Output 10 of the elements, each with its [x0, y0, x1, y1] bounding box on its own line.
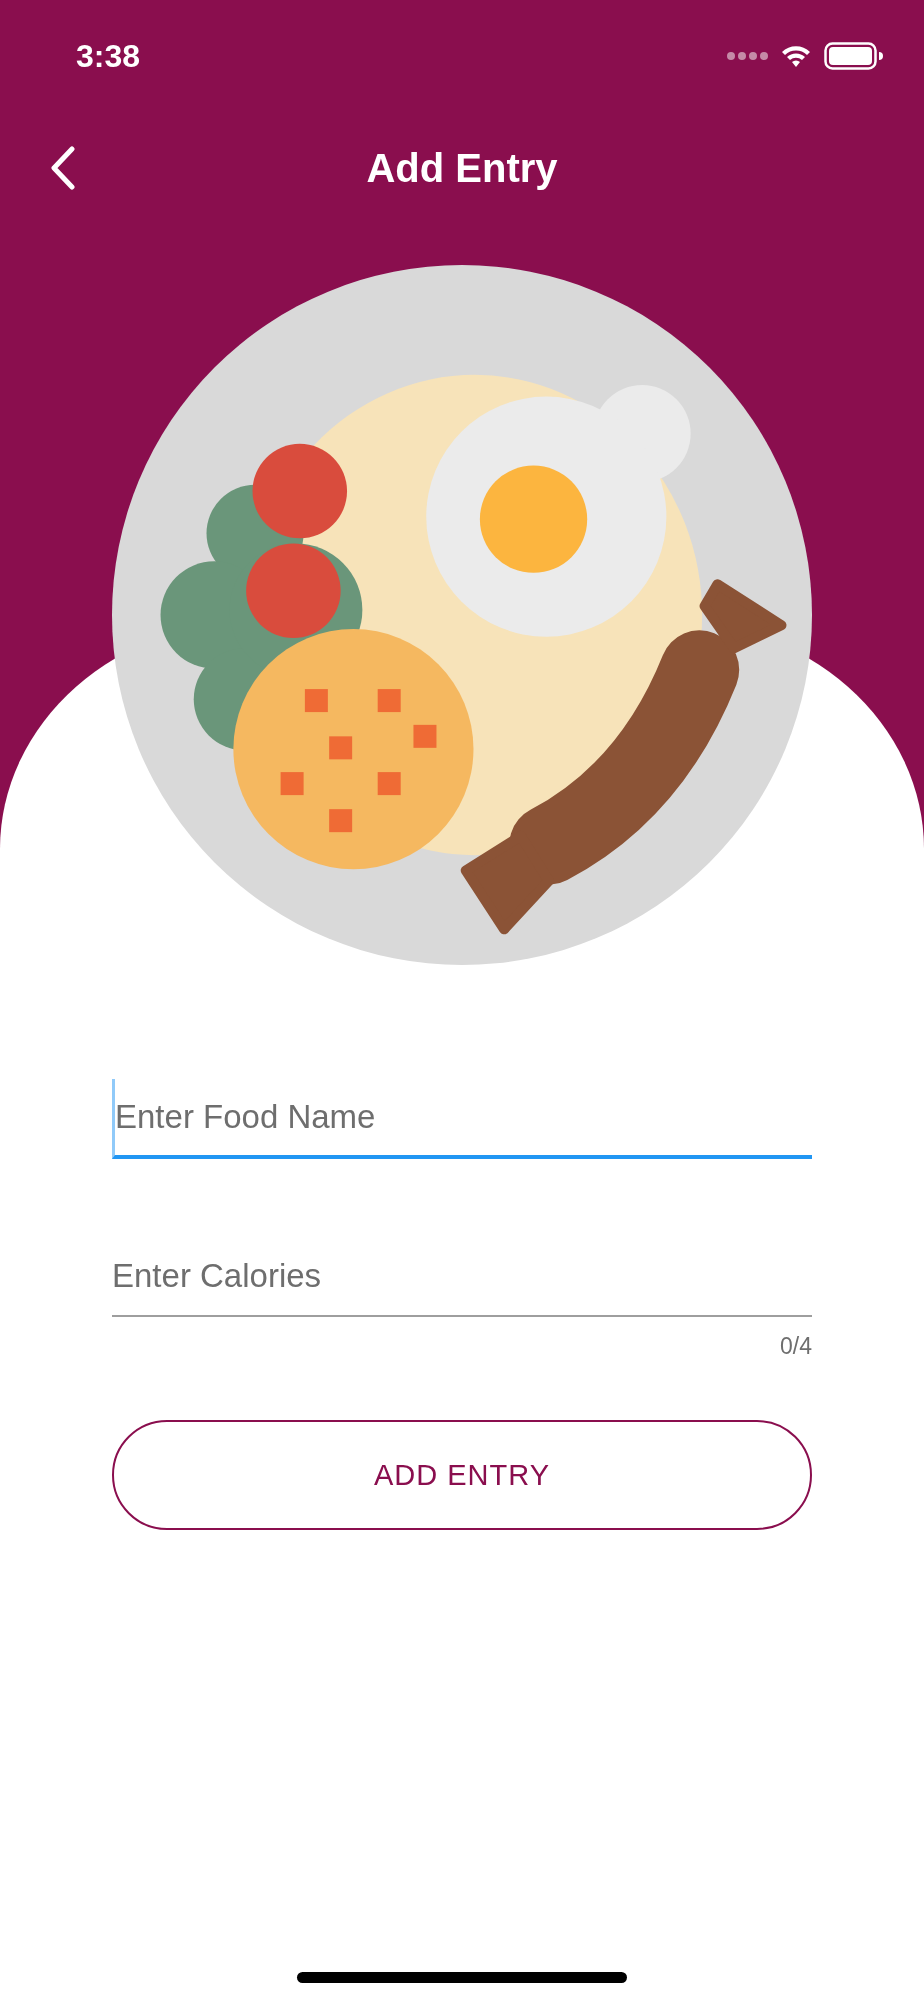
battery-icon: [824, 42, 884, 70]
screen-title: Add Entry: [366, 145, 558, 191]
character-counter: 0/4: [780, 1333, 812, 1360]
signal-icon: [726, 51, 768, 61]
input-field[interactable]: Enter Calories: [112, 1237, 812, 1317]
add-entry-button[interactable]: ADD ENTRY: [112, 1420, 812, 1530]
back-icon[interactable]: [50, 146, 76, 190]
status-time: 3:38: [76, 37, 141, 75]
input-field[interactable]: Enter Food Name: [112, 1079, 812, 1159]
wifi-icon: [780, 44, 812, 68]
